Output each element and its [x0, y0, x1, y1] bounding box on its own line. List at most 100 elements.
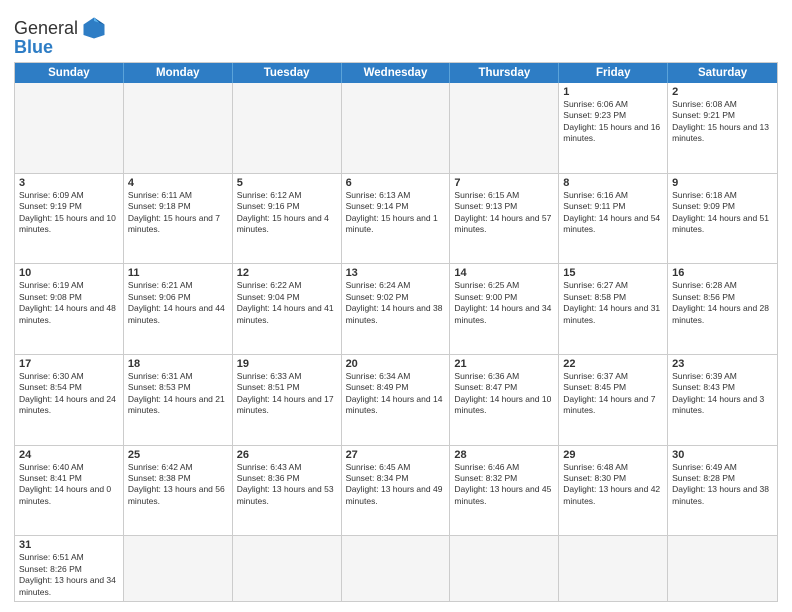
day-cell-20: 20Sunrise: 6:34 AM Sunset: 8:49 PM Dayli… — [342, 355, 451, 445]
day-cell-19: 19Sunrise: 6:33 AM Sunset: 8:51 PM Dayli… — [233, 355, 342, 445]
day-info: Sunrise: 6:37 AM Sunset: 8:45 PM Dayligh… — [563, 371, 663, 417]
calendar-header: SundayMondayTuesdayWednesdayThursdayFrid… — [15, 63, 777, 83]
empty-cell — [668, 536, 777, 601]
day-info: Sunrise: 6:06 AM Sunset: 9:23 PM Dayligh… — [563, 99, 663, 145]
logo-text-blue: Blue — [14, 38, 53, 56]
day-cell-3: 3Sunrise: 6:09 AM Sunset: 9:19 PM Daylig… — [15, 174, 124, 264]
day-info: Sunrise: 6:33 AM Sunset: 8:51 PM Dayligh… — [237, 371, 337, 417]
day-cell-15: 15Sunrise: 6:27 AM Sunset: 8:58 PM Dayli… — [559, 264, 668, 354]
day-number: 5 — [237, 177, 337, 189]
day-info: Sunrise: 6:27 AM Sunset: 8:58 PM Dayligh… — [563, 280, 663, 326]
day-cell-1: 1Sunrise: 6:06 AM Sunset: 9:23 PM Daylig… — [559, 83, 668, 173]
header-cell-tuesday: Tuesday — [233, 63, 342, 83]
day-number: 9 — [672, 177, 773, 189]
day-number: 21 — [454, 358, 554, 370]
day-number: 12 — [237, 267, 337, 279]
day-cell-12: 12Sunrise: 6:22 AM Sunset: 9:04 PM Dayli… — [233, 264, 342, 354]
day-cell-5: 5Sunrise: 6:12 AM Sunset: 9:16 PM Daylig… — [233, 174, 342, 264]
day-cell-22: 22Sunrise: 6:37 AM Sunset: 8:45 PM Dayli… — [559, 355, 668, 445]
day-info: Sunrise: 6:11 AM Sunset: 9:18 PM Dayligh… — [128, 190, 228, 236]
day-cell-18: 18Sunrise: 6:31 AM Sunset: 8:53 PM Dayli… — [124, 355, 233, 445]
day-info: Sunrise: 6:51 AM Sunset: 8:26 PM Dayligh… — [19, 552, 119, 598]
day-info: Sunrise: 6:09 AM Sunset: 9:19 PM Dayligh… — [19, 190, 119, 236]
day-info: Sunrise: 6:49 AM Sunset: 8:28 PM Dayligh… — [672, 462, 773, 508]
day-cell-25: 25Sunrise: 6:42 AM Sunset: 8:38 PM Dayli… — [124, 446, 233, 536]
day-info: Sunrise: 6:43 AM Sunset: 8:36 PM Dayligh… — [237, 462, 337, 508]
page: General Blue SundayMondayTuesdayWednesda… — [0, 0, 792, 612]
calendar-row-4: 17Sunrise: 6:30 AM Sunset: 8:54 PM Dayli… — [15, 354, 777, 445]
day-cell-23: 23Sunrise: 6:39 AM Sunset: 8:43 PM Dayli… — [668, 355, 777, 445]
day-number: 23 — [672, 358, 773, 370]
day-cell-14: 14Sunrise: 6:25 AM Sunset: 9:00 PM Dayli… — [450, 264, 559, 354]
day-number: 3 — [19, 177, 119, 189]
day-number: 18 — [128, 358, 228, 370]
day-number: 10 — [19, 267, 119, 279]
calendar-row-6: 31Sunrise: 6:51 AM Sunset: 8:26 PM Dayli… — [15, 535, 777, 601]
day-info: Sunrise: 6:48 AM Sunset: 8:30 PM Dayligh… — [563, 462, 663, 508]
day-cell-29: 29Sunrise: 6:48 AM Sunset: 8:30 PM Dayli… — [559, 446, 668, 536]
day-cell-17: 17Sunrise: 6:30 AM Sunset: 8:54 PM Dayli… — [15, 355, 124, 445]
day-info: Sunrise: 6:24 AM Sunset: 9:02 PM Dayligh… — [346, 280, 446, 326]
day-info: Sunrise: 6:15 AM Sunset: 9:13 PM Dayligh… — [454, 190, 554, 236]
day-cell-9: 9Sunrise: 6:18 AM Sunset: 9:09 PM Daylig… — [668, 174, 777, 264]
day-number: 19 — [237, 358, 337, 370]
day-info: Sunrise: 6:40 AM Sunset: 8:41 PM Dayligh… — [19, 462, 119, 508]
day-number: 7 — [454, 177, 554, 189]
day-cell-11: 11Sunrise: 6:21 AM Sunset: 9:06 PM Dayli… — [124, 264, 233, 354]
day-cell-7: 7Sunrise: 6:15 AM Sunset: 9:13 PM Daylig… — [450, 174, 559, 264]
day-cell-4: 4Sunrise: 6:11 AM Sunset: 9:18 PM Daylig… — [124, 174, 233, 264]
header-cell-friday: Friday — [559, 63, 668, 83]
calendar: SundayMondayTuesdayWednesdayThursdayFrid… — [14, 62, 778, 602]
empty-cell — [124, 83, 233, 173]
day-number: 16 — [672, 267, 773, 279]
day-info: Sunrise: 6:18 AM Sunset: 9:09 PM Dayligh… — [672, 190, 773, 236]
header-cell-sunday: Sunday — [15, 63, 124, 83]
day-cell-21: 21Sunrise: 6:36 AM Sunset: 8:47 PM Dayli… — [450, 355, 559, 445]
day-info: Sunrise: 6:46 AM Sunset: 8:32 PM Dayligh… — [454, 462, 554, 508]
empty-cell — [342, 536, 451, 601]
day-cell-28: 28Sunrise: 6:46 AM Sunset: 8:32 PM Dayli… — [450, 446, 559, 536]
day-cell-6: 6Sunrise: 6:13 AM Sunset: 9:14 PM Daylig… — [342, 174, 451, 264]
day-cell-27: 27Sunrise: 6:45 AM Sunset: 8:34 PM Dayli… — [342, 446, 451, 536]
header-cell-wednesday: Wednesday — [342, 63, 451, 83]
calendar-row-1: 1Sunrise: 6:06 AM Sunset: 9:23 PM Daylig… — [15, 83, 777, 173]
day-info: Sunrise: 6:08 AM Sunset: 9:21 PM Dayligh… — [672, 99, 773, 145]
day-info: Sunrise: 6:30 AM Sunset: 8:54 PM Dayligh… — [19, 371, 119, 417]
day-number: 24 — [19, 449, 119, 461]
day-number: 25 — [128, 449, 228, 461]
empty-cell — [342, 83, 451, 173]
day-info: Sunrise: 6:13 AM Sunset: 9:14 PM Dayligh… — [346, 190, 446, 236]
day-cell-31: 31Sunrise: 6:51 AM Sunset: 8:26 PM Dayli… — [15, 536, 124, 601]
day-info: Sunrise: 6:21 AM Sunset: 9:06 PM Dayligh… — [128, 280, 228, 326]
day-info: Sunrise: 6:36 AM Sunset: 8:47 PM Dayligh… — [454, 371, 554, 417]
day-info: Sunrise: 6:45 AM Sunset: 8:34 PM Dayligh… — [346, 462, 446, 508]
day-cell-26: 26Sunrise: 6:43 AM Sunset: 8:36 PM Dayli… — [233, 446, 342, 536]
empty-cell — [233, 83, 342, 173]
day-number: 13 — [346, 267, 446, 279]
day-number: 28 — [454, 449, 554, 461]
empty-cell — [233, 536, 342, 601]
day-cell-10: 10Sunrise: 6:19 AM Sunset: 9:08 PM Dayli… — [15, 264, 124, 354]
empty-cell — [450, 83, 559, 173]
logo: General Blue — [14, 14, 108, 56]
day-number: 2 — [672, 86, 773, 98]
day-info: Sunrise: 6:31 AM Sunset: 8:53 PM Dayligh… — [128, 371, 228, 417]
day-number: 22 — [563, 358, 663, 370]
empty-cell — [559, 536, 668, 601]
day-number: 14 — [454, 267, 554, 279]
day-cell-8: 8Sunrise: 6:16 AM Sunset: 9:11 PM Daylig… — [559, 174, 668, 264]
day-number: 4 — [128, 177, 228, 189]
header: General Blue — [14, 10, 778, 56]
header-cell-saturday: Saturday — [668, 63, 777, 83]
day-number: 17 — [19, 358, 119, 370]
day-number: 6 — [346, 177, 446, 189]
empty-cell — [124, 536, 233, 601]
calendar-row-3: 10Sunrise: 6:19 AM Sunset: 9:08 PM Dayli… — [15, 263, 777, 354]
day-info: Sunrise: 6:34 AM Sunset: 8:49 PM Dayligh… — [346, 371, 446, 417]
logo-icon — [80, 14, 108, 42]
day-cell-13: 13Sunrise: 6:24 AM Sunset: 9:02 PM Dayli… — [342, 264, 451, 354]
day-number: 29 — [563, 449, 663, 461]
day-info: Sunrise: 6:39 AM Sunset: 8:43 PM Dayligh… — [672, 371, 773, 417]
empty-cell — [15, 83, 124, 173]
calendar-body: 1Sunrise: 6:06 AM Sunset: 9:23 PM Daylig… — [15, 83, 777, 601]
